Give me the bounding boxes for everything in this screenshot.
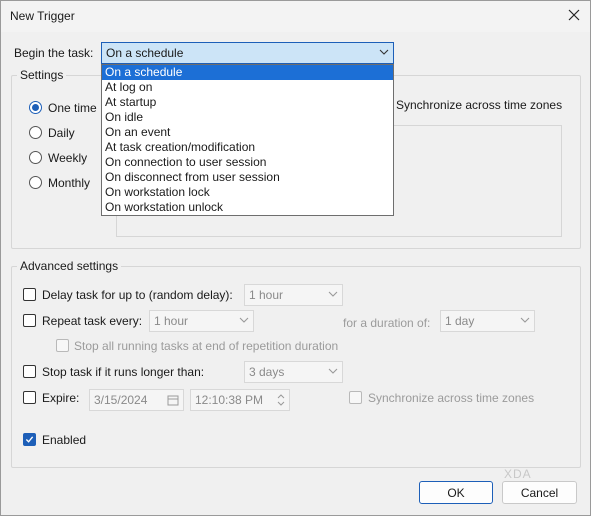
expire-date-value: 3/15/2024 — [94, 393, 148, 407]
option-at-startup[interactable]: At startup — [102, 95, 393, 110]
option-on-workstation-unlock[interactable]: On workstation unlock — [102, 200, 393, 215]
radio-one-time[interactable] — [29, 101, 42, 114]
duration-value: 1 day — [445, 314, 475, 328]
ok-button[interactable]: OK — [419, 481, 493, 504]
option-on-idle[interactable]: On idle — [102, 110, 393, 125]
option-at-task-creation[interactable]: At task creation/modification — [102, 140, 393, 155]
calendar-icon — [167, 395, 179, 406]
delay-select[interactable]: 1 hour — [244, 284, 343, 306]
stop-longer-select[interactable]: 3 days — [244, 361, 343, 383]
option-on-a-schedule[interactable]: On a schedule — [102, 65, 393, 80]
radio-label-monthly: Monthly — [48, 176, 91, 190]
radio-label-daily: Daily — [48, 126, 75, 140]
stop-longer-checkbox[interactable] — [23, 365, 36, 378]
option-on-an-event[interactable]: On an event — [102, 125, 393, 140]
radio-weekly[interactable] — [29, 151, 42, 164]
chevron-down-icon — [328, 291, 338, 297]
sync-time-zones-label: Synchronize across time zones — [396, 98, 563, 112]
chevron-down-icon — [379, 49, 389, 55]
new-trigger-dialog: New Trigger Begin the task: On a schedul… — [0, 0, 591, 516]
watermark-logo: XDA — [504, 467, 532, 481]
close-icon[interactable] — [566, 7, 582, 23]
expire-sync-checkbox[interactable] — [349, 391, 362, 404]
repeat-value: 1 hour — [154, 314, 189, 328]
delay-value: 1 hour — [249, 288, 284, 302]
expire-time-value: 12:10:38 PM — [195, 393, 264, 407]
checkmark-icon — [25, 436, 34, 443]
settings-title: Settings — [17, 68, 67, 82]
expire-checkbox[interactable] — [23, 391, 36, 404]
option-on-disconnect[interactable]: On disconnect from user session — [102, 170, 393, 185]
chevron-down-icon — [328, 368, 338, 374]
chevron-down-icon — [520, 317, 530, 323]
cancel-button[interactable]: Cancel — [502, 481, 577, 504]
radio-label-one-time: One time — [48, 101, 97, 115]
repeat-select[interactable]: 1 hour — [149, 310, 254, 332]
begin-task-value: On a schedule — [106, 46, 184, 60]
delay-task-label: Delay task for up to (random delay): — [42, 288, 233, 302]
stop-all-checkbox[interactable] — [56, 339, 69, 352]
stop-all-label: Stop all running tasks at end of repetit… — [74, 339, 339, 353]
duration-label: for a duration of: — [343, 316, 431, 330]
radio-daily[interactable] — [29, 126, 42, 139]
option-at-log-on[interactable]: At log on — [102, 80, 393, 95]
advanced-settings-title: Advanced settings — [17, 259, 122, 273]
option-on-workstation-lock[interactable]: On workstation lock — [102, 185, 393, 200]
enabled-checkbox[interactable] — [23, 433, 36, 446]
begin-task-dropdown: On a schedule At log on At startup On id… — [101, 64, 394, 216]
expire-time-field[interactable]: 12:10:38 PM — [190, 389, 290, 411]
delay-task-checkbox[interactable] — [23, 288, 36, 301]
radio-label-weekly: Weekly — [48, 151, 88, 165]
expire-sync-label: Synchronize across time zones — [368, 391, 535, 405]
spinner-icon[interactable] — [276, 392, 286, 408]
repeat-task-label: Repeat task every: — [42, 314, 143, 328]
window-title: New Trigger — [10, 9, 75, 23]
title-bar: New Trigger — [1, 1, 590, 32]
begin-task-label: Begin the task: — [14, 46, 94, 60]
begin-task-select[interactable]: On a schedule — [101, 42, 394, 64]
repeat-task-checkbox[interactable] — [23, 314, 36, 327]
chevron-down-icon — [239, 317, 249, 323]
expire-label: Expire: — [42, 391, 80, 405]
stop-longer-value: 3 days — [249, 365, 285, 379]
option-on-connection[interactable]: On connection to user session — [102, 155, 393, 170]
duration-select[interactable]: 1 day — [440, 310, 535, 332]
radio-monthly[interactable] — [29, 176, 42, 189]
enabled-label: Enabled — [42, 433, 87, 447]
expire-date-picker[interactable]: 3/15/2024 — [89, 389, 184, 411]
stop-longer-label: Stop task if it runs longer than: — [42, 365, 205, 379]
